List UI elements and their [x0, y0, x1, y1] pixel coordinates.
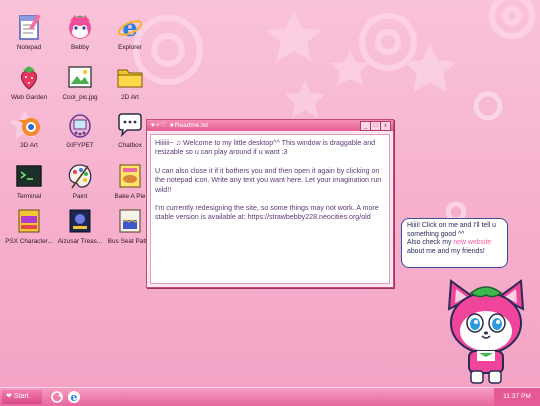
desktop-icon-psx-characters[interactable]: PSX Character... — [3, 206, 55, 246]
paint-icon — [65, 161, 95, 191]
desktop-icon-aizusar-treasure[interactable]: Aizusar Treas... — [54, 206, 106, 246]
desktop-icon-3d-art[interactable]: 3D Art — [3, 110, 55, 150]
desktop-icon-label: Terminal — [16, 193, 42, 200]
svg-text:e: e — [71, 391, 78, 404]
desktop-icon-label: Bebby — [70, 44, 90, 51]
start-label: Start — [13, 393, 29, 400]
desktop-icon-cool-pic[interactable]: Cool_pic.jpg — [54, 62, 106, 102]
psx-icon — [14, 206, 44, 236]
taskbar-clock: 11:37 PM — [494, 388, 540, 406]
pie-icon — [115, 161, 145, 191]
speech-bubble: Hiiii! Click on me and I'll tell u somet… — [401, 218, 508, 268]
desktop-icon-explorer[interactable]: e Explorer — [104, 12, 156, 52]
desktop-icon-web-garden[interactable]: Web Garden — [3, 62, 55, 102]
bus-seat-icon — [115, 206, 145, 236]
window-title-text: Readme.txt — [174, 122, 209, 129]
desktop-icon-notepad[interactable]: Notepad — [3, 12, 55, 52]
new-website-link[interactable]: new website — [453, 239, 491, 246]
refresh-icon[interactable] — [50, 390, 64, 404]
bubble-text-post: about me and my friends! — [407, 247, 485, 255]
window-titlebar[interactable]: ♥✧♡ ★Readme.txt _ □ x — [147, 120, 393, 131]
explorer-taskbar-icon[interactable]: e — [67, 390, 81, 404]
image-icon — [65, 62, 95, 92]
strawberry-icon — [14, 62, 44, 92]
title-deco-hearts: ♥✧♡ — [151, 122, 167, 129]
desktop-icon-label: Cool_pic.jpg — [62, 94, 98, 101]
taskbar: ❤ Start e 11:37 PM — [0, 387, 540, 406]
desktop-icon-paint[interactable]: Paint — [54, 161, 106, 201]
svg-text:e: e — [122, 13, 137, 41]
desktop-icon-label: 3D Art — [20, 142, 38, 149]
bubble-text: Hiiii! Click on me and I'll tell u somet… — [407, 222, 497, 238]
desktop-icon-label: Notepad — [16, 44, 42, 51]
start-button[interactable]: ❤ Start — [2, 390, 42, 404]
desktop-icon-label: Explorer — [118, 44, 142, 51]
folder-icon — [115, 62, 145, 92]
desktop-icon-label: Paint — [72, 193, 88, 200]
tamagotchi-icon — [65, 110, 95, 140]
treasure-icon — [65, 206, 95, 236]
readme-window[interactable]: ♥✧♡ ★Readme.txt _ □ x Hiiiiii~ ♫ Welcome… — [146, 119, 394, 288]
terminal-icon — [14, 161, 44, 191]
chat-icon — [115, 110, 145, 140]
blender-icon — [14, 110, 44, 140]
readme-text-area[interactable]: Hiiiiii~ ♫ Welcome to my little desktop^… — [150, 134, 390, 284]
desktop-icon-2d-art[interactable]: 2D Art — [104, 62, 156, 102]
desktop-icon-terminal[interactable]: Terminal — [3, 161, 55, 201]
window-title: ★Readme.txt — [169, 120, 208, 131]
bubble-text-pre: Also check my — [407, 239, 454, 247]
start-logo-icon: ❤ — [6, 393, 14, 400]
desktop-icon-label: Web Garden — [10, 94, 48, 101]
desktop-icon-bebby[interactable]: Bebby — [54, 12, 106, 52]
desktop-icon-gifypet[interactable]: GIFYPET — [54, 110, 106, 150]
desktop: Notepad Web Garden 3D Art Terminal PSX C… — [0, 0, 540, 387]
explorer-icon: e — [115, 12, 145, 42]
notepad-icon — [14, 12, 44, 42]
desktop-icon-label: 2D Art — [121, 94, 139, 101]
readme-paragraph: U can also close it if it bothers you an… — [155, 166, 382, 194]
desktop-icon-label: Aizusar Treas... — [57, 238, 103, 245]
desktop-icon-label: PSX Character... — [5, 238, 53, 245]
bebby-icon — [65, 12, 95, 42]
bebby-mascot[interactable] — [441, 279, 531, 387]
readme-paragraph: I'm currently redesigning the site, so s… — [155, 204, 379, 222]
readme-paragraph: Hiiiiii~ ♫ Welcome to my little desktop^… — [155, 139, 376, 157]
close-button[interactable]: x — [380, 121, 391, 131]
desktop-icon-label: GIFYPET — [66, 142, 94, 149]
